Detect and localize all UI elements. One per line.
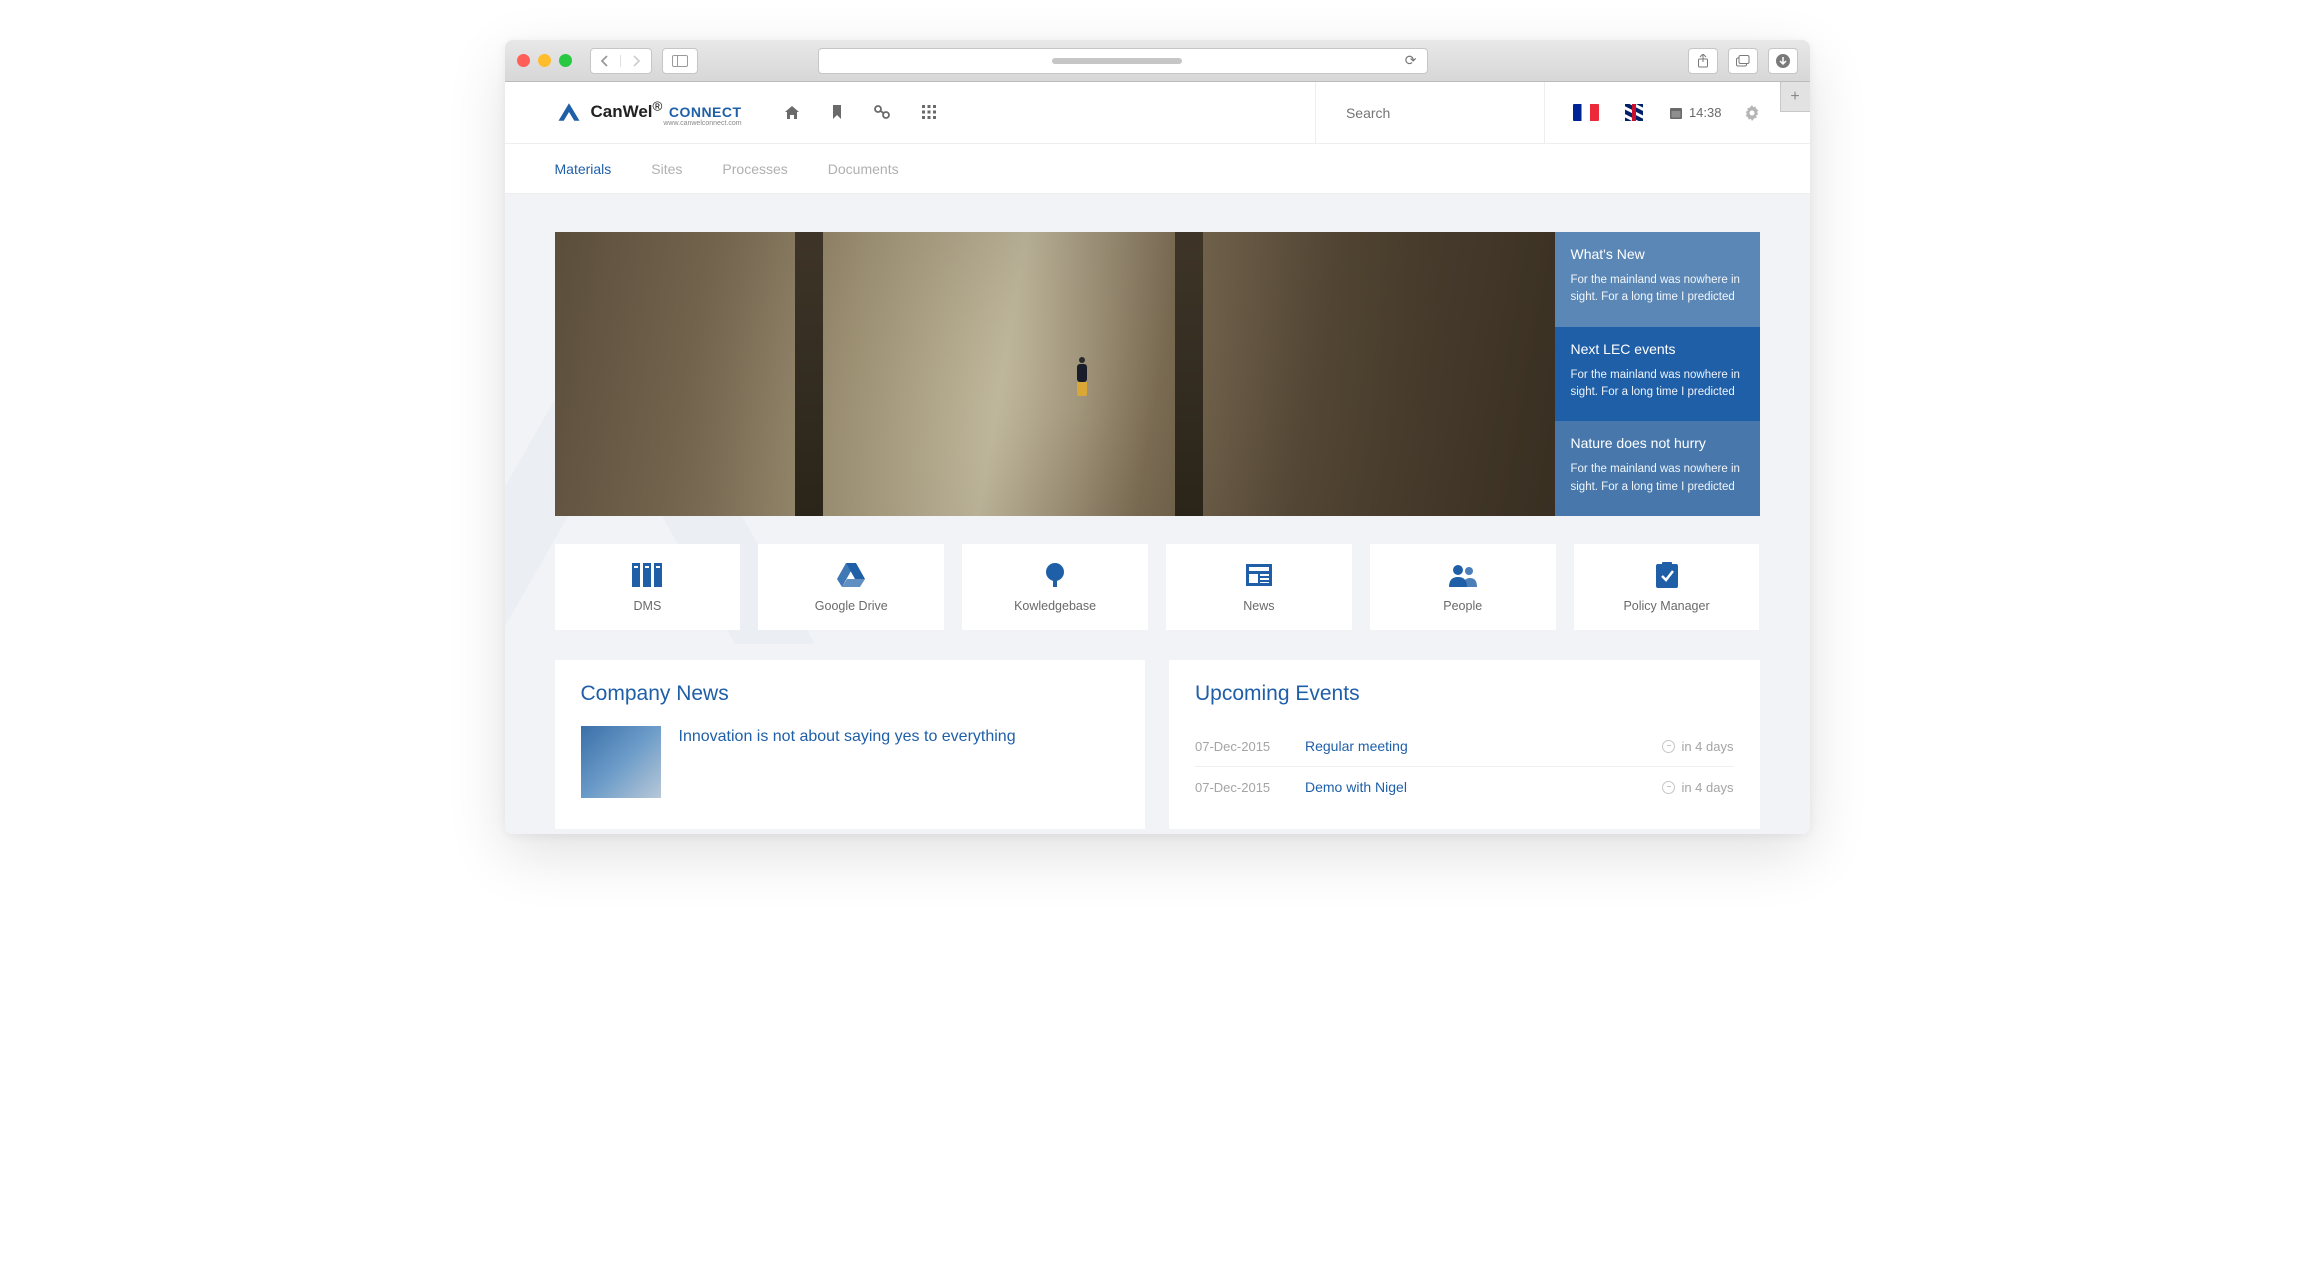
forward-button[interactable]: [621, 55, 651, 67]
nav-processes[interactable]: Processes: [722, 161, 787, 177]
nav-history-buttons: [590, 48, 652, 74]
topbar: CanWel® CONNECT www.canwelconnect.com: [505, 82, 1810, 144]
main-nav: Materials Sites Processes Documents: [505, 144, 1810, 194]
event-title: Regular meeting: [1305, 738, 1662, 754]
google-drive-icon: [837, 561, 865, 589]
clock-icon: [1662, 781, 1675, 794]
maximize-window-button[interactable]: [559, 54, 572, 67]
tile-news[interactable]: News: [1166, 544, 1352, 630]
hero-card-body: For the mainland was nowhere in sight. F…: [1571, 367, 1744, 402]
event-date: 07-Dec-2015: [1195, 739, 1305, 754]
tile-label: DMS: [634, 599, 662, 613]
app-tiles: DMS Google Drive Kowledgebase: [555, 544, 1760, 630]
nav-documents[interactable]: Documents: [828, 161, 899, 177]
hero-carousel: What's New For the mainland was nowhere …: [555, 232, 1760, 516]
cabinet-icon: [632, 561, 662, 589]
bookmark-icon[interactable]: [832, 105, 842, 120]
news-item[interactable]: Innovation is not about saying yes to ev…: [581, 726, 1120, 798]
logo-suffix: CONNECT: [669, 104, 742, 120]
clock-display: 14:38: [1669, 105, 1722, 120]
event-row[interactable]: 07-Dec-2015 Demo with Nigel in 4 days: [1195, 766, 1734, 807]
upcoming-events-panel: Upcoming Events 07-Dec-2015 Regular meet…: [1169, 660, 1760, 829]
tree-icon: [1043, 561, 1067, 589]
logo[interactable]: CanWel® CONNECT www.canwelconnect.com: [555, 98, 742, 126]
newspaper-icon: [1246, 561, 1272, 589]
calendar-icon: [1669, 106, 1683, 120]
apps-grid-icon[interactable]: [922, 105, 936, 120]
clock-icon: [1662, 740, 1675, 753]
event-title: Demo with Nigel: [1305, 779, 1662, 795]
nav-materials[interactable]: Materials: [555, 161, 612, 177]
panel-heading: Company News: [581, 682, 1120, 706]
tile-google-drive[interactable]: Google Drive: [758, 544, 944, 630]
logo-brand: CanWel: [591, 102, 653, 121]
panel-heading: Upcoming Events: [1195, 682, 1734, 706]
downloads-button[interactable]: [1768, 48, 1798, 74]
tile-label: People: [1443, 599, 1482, 613]
link-icon[interactable]: [874, 105, 890, 120]
hero-card-title: What's New: [1571, 246, 1744, 262]
panels-row: Company News Innovation is not about say…: [555, 660, 1760, 829]
hero-sidebar: What's New For the mainland was nowhere …: [1555, 232, 1760, 516]
back-button[interactable]: [591, 55, 621, 67]
nav-sites[interactable]: Sites: [651, 161, 682, 177]
tile-people[interactable]: People: [1370, 544, 1556, 630]
page-content: CanWel® CONNECT www.canwelconnect.com: [505, 82, 1810, 834]
browser-window: ⟳ + CanWel® CONNECT: [505, 40, 1810, 834]
hero-card-body: For the mainland was nowhere in sight. F…: [1571, 272, 1744, 307]
people-icon: [1448, 561, 1478, 589]
event-due: in 4 days: [1662, 739, 1733, 754]
company-news-panel: Company News Innovation is not about say…: [555, 660, 1146, 829]
news-title: Innovation is not about saying yes to ev…: [679, 726, 1016, 748]
traffic-lights: [517, 54, 572, 67]
event-row[interactable]: 07-Dec-2015 Regular meeting in 4 days: [1195, 726, 1734, 766]
url-placeholder: [1052, 58, 1182, 64]
tile-policy-manager[interactable]: Policy Manager: [1574, 544, 1760, 630]
hero-card-title: Nature does not hurry: [1571, 435, 1744, 451]
search-field[interactable]: [1315, 82, 1545, 144]
tabs-button[interactable]: [1728, 48, 1758, 74]
event-date: 07-Dec-2015: [1195, 780, 1305, 795]
tile-dms[interactable]: DMS: [555, 544, 741, 630]
tile-label: Policy Manager: [1623, 599, 1709, 613]
sidebar-toggle-button[interactable]: [662, 48, 698, 74]
content-area: What's New For the mainland was nowhere …: [505, 194, 1810, 834]
hero-card-title: Next LEC events: [1571, 341, 1744, 357]
logo-mark-icon: [555, 98, 583, 126]
flag-fr-icon[interactable]: [1573, 104, 1599, 121]
tile-label: News: [1243, 599, 1274, 613]
hero-image: [555, 232, 1555, 516]
topbar-right: 14:38: [1573, 104, 1760, 121]
close-window-button[interactable]: [517, 54, 530, 67]
home-icon[interactable]: [784, 105, 800, 120]
search-input[interactable]: [1346, 105, 1527, 121]
url-bar[interactable]: ⟳: [818, 48, 1428, 74]
hero-card-nature[interactable]: Nature does not hurry For the mainland w…: [1555, 421, 1760, 516]
hero-card-whats-new[interactable]: What's New For the mainland was nowhere …: [1555, 232, 1760, 327]
hero-card-body: For the mainland was nowhere in sight. F…: [1571, 461, 1744, 496]
new-tab-button[interactable]: +: [1780, 82, 1810, 112]
topbar-icons: [784, 105, 936, 120]
clipboard-check-icon: [1656, 561, 1678, 589]
reload-icon[interactable]: ⟳: [1405, 52, 1417, 69]
tile-knowledgebase[interactable]: Kowledgebase: [962, 544, 1148, 630]
share-button[interactable]: [1688, 48, 1718, 74]
event-due: in 4 days: [1662, 780, 1733, 795]
hero-figure: [1075, 357, 1089, 391]
hero-card-lec-events[interactable]: Next LEC events For the mainland was now…: [1555, 327, 1760, 422]
news-thumbnail: [581, 726, 661, 798]
time-text: 14:38: [1689, 105, 1722, 120]
browser-chrome: ⟳: [505, 40, 1810, 82]
minimize-window-button[interactable]: [538, 54, 551, 67]
gear-icon[interactable]: [1744, 105, 1760, 121]
tile-label: Google Drive: [815, 599, 888, 613]
tile-label: Kowledgebase: [1014, 599, 1096, 613]
flag-uk-icon[interactable]: [1621, 104, 1647, 121]
